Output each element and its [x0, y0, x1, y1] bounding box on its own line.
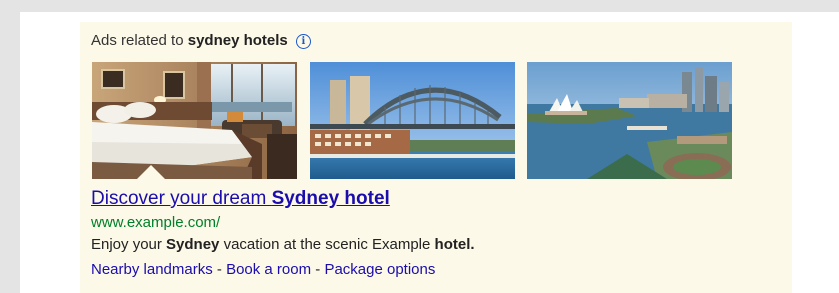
ad-display-url[interactable]: www.example.com/	[91, 214, 220, 231]
page-frame: Ads related to sydney hotels i Discover …	[0, 0, 839, 293]
ad-headline-prefix: Discover your dream	[91, 188, 272, 209]
sitelink-separator: -	[212, 261, 227, 278]
sitelink-package-options[interactable]: Package options	[324, 261, 435, 278]
ad-description-text-1: Enjoy your	[91, 236, 167, 253]
left-frame-strip	[0, 12, 20, 293]
info-icon[interactable]: i	[295, 34, 311, 49]
sitelink-book-a-room[interactable]: Book a room	[226, 261, 311, 278]
ad-description-bold-1: Sydney	[166, 236, 220, 253]
ad-headline-link[interactable]: Discover your dream Sydney hotel	[91, 188, 390, 210]
harbour-bridge-image[interactable]	[310, 62, 515, 179]
opera-house-harbour-image[interactable]	[527, 62, 732, 179]
sitelink-separator: -	[311, 261, 325, 278]
sitelinks: Nearby landmarks - Book a room - Package…	[91, 261, 435, 278]
ad-description-bold-2: hotel.	[434, 236, 475, 253]
ads-header-query: sydney hotels	[187, 32, 288, 49]
selected-image-pointer	[137, 165, 165, 179]
ads-header-prefix: Ads related to	[91, 32, 188, 49]
ad-headline-emphasis: Sydney hotel	[271, 188, 390, 209]
ad-panel: Ads related to sydney hotels i Discover …	[80, 22, 792, 293]
top-frame-strip	[0, 0, 839, 12]
hotel-room-image[interactable]	[92, 62, 297, 179]
ads-header: Ads related to sydney hotels i	[91, 32, 311, 49]
ad-description: Enjoy your Sydney vacation at the scenic…	[91, 236, 475, 253]
ad-description-text-2: vacation at the scenic Example	[219, 236, 435, 253]
sitelink-nearby-landmarks[interactable]: Nearby landmarks	[91, 261, 213, 278]
